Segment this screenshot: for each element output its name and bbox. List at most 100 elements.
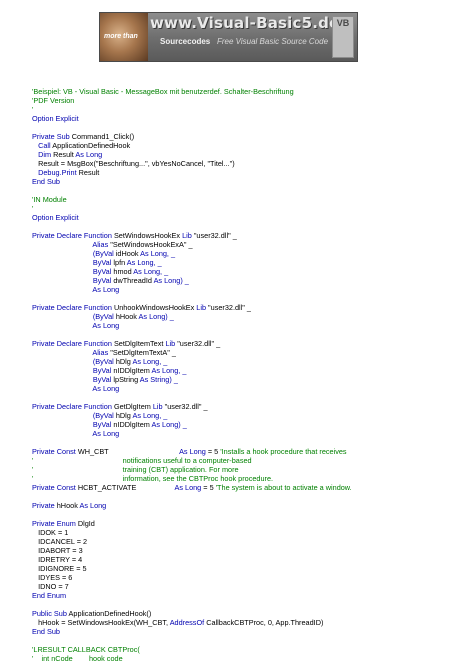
code-keyword: As Long: [92, 429, 120, 438]
code-keyword: (ByVal: [92, 249, 116, 258]
code-line: Option Explicit: [32, 213, 79, 223]
code-keyword: AddressOf: [169, 618, 207, 627]
code-line: ' int nCode hook code: [32, 654, 123, 664]
code-line: 'IN Module: [32, 195, 67, 205]
code-text: "user32.dll" _: [208, 303, 251, 312]
code-text: idHook: [115, 249, 141, 258]
code-text: "user32.dll" _: [164, 402, 208, 411]
code-comment: 'PDF Version: [32, 96, 75, 105]
code-line: As Long: [32, 384, 119, 394]
code-keyword: As Long, _: [132, 357, 168, 366]
code-comment: 'LRESULT CALLBACK CBTProc(: [32, 645, 140, 654]
code-line: End Sub: [32, 177, 60, 187]
code-comment: ' information, see the CBTProc hook proc…: [32, 474, 274, 483]
code-comment: ': [32, 204, 34, 213]
code-text: IDIGNORE = 5: [32, 564, 87, 573]
code-text: Result: [53, 150, 76, 159]
code-text: IDYES = 6: [32, 573, 73, 582]
code-text: "user32.dll" _: [177, 339, 221, 348]
code-text: Result: [78, 168, 100, 177]
banner-sourcecodes: Sourcecodes: [160, 37, 211, 46]
code-keyword: Alias: [92, 348, 111, 357]
code-keyword: Public Sub: [32, 609, 69, 618]
code-keyword: Private: [32, 501, 57, 510]
code-text: lpfn: [113, 258, 127, 267]
code-comment: 'Beispiel: VB - Visual Basic - MessageBo…: [32, 87, 294, 96]
code-line: 'PDF Version: [32, 96, 74, 106]
code-keyword: As Long: [75, 150, 103, 159]
code-keyword: Private Declare Function: [32, 402, 114, 411]
code-keyword: Call: [38, 141, 53, 150]
code-text: ApplicationDefinedHook: [52, 141, 131, 150]
code-keyword: As Long: [79, 501, 107, 510]
banner-site-name: www.Visual-Basic5.de: [150, 14, 340, 32]
code-keyword: Lib: [182, 231, 194, 240]
code-line: Option Explicit: [32, 114, 79, 124]
code-keyword: As Long: [92, 285, 120, 294]
code-keyword: As Long) _: [138, 312, 174, 321]
code-keyword: Lib: [165, 339, 178, 348]
code-line: As Long: [32, 429, 119, 439]
code-comment: 'IN Module: [32, 195, 67, 204]
code-keyword: Private Const: [32, 483, 78, 492]
code-comment: 'The system is about to activate a windo…: [215, 483, 352, 492]
code-keyword: Private Enum: [32, 519, 78, 528]
code-keyword: ByVal: [92, 375, 114, 384]
code-text: hmod: [113, 267, 134, 276]
code-comment: ' training (CBT) application. For more: [32, 465, 239, 474]
code-keyword: Private Sub: [32, 132, 72, 141]
code-text: hHook: [56, 501, 80, 510]
code-comment: 'Installs a hook procedure that receives: [220, 447, 347, 456]
code-keyword: Private Declare Function: [32, 231, 114, 240]
code-keyword: As Long, _: [151, 366, 187, 375]
code-keyword: Option Explicit: [32, 114, 79, 123]
code-line: End Sub: [32, 627, 60, 637]
site-banner: more than www.Visual-Basic5.de Sourcecod…: [99, 12, 358, 62]
code-text: HCBT_ACTIVATE: [77, 483, 175, 492]
code-text: hHook: [115, 312, 139, 321]
code-keyword: End Enum: [32, 591, 67, 600]
code-text: nIDDlgItem: [113, 366, 152, 375]
code-text: IDOK = 1: [32, 528, 69, 537]
code-text: lpString: [113, 375, 140, 384]
code-line: As Long: [32, 285, 119, 295]
code-text: UnhookWindowsHookEx: [113, 303, 197, 312]
code-keyword: Private Declare Function: [32, 339, 114, 348]
code-comment: ' notifications useful to a computer-bas…: [32, 456, 252, 465]
code-keyword: Lib: [152, 402, 165, 411]
banner-vb-badge: VB: [332, 16, 354, 58]
code-keyword: As Long, _: [140, 249, 176, 258]
code-keyword: Debug.Print: [38, 168, 79, 177]
code-text: hDlg: [115, 411, 133, 420]
code-keyword: As Long: [92, 321, 120, 330]
code-keyword: ByVal: [92, 420, 114, 429]
code-text: IDRETRY = 4: [32, 555, 83, 564]
code-keyword: (ByVal: [92, 312, 116, 321]
code-keyword: As Long) _: [151, 420, 187, 429]
code-text: dwThreadId: [113, 276, 154, 285]
code-line: hHook = SetWindowsHookEx(WH_CBT, Address…: [32, 618, 323, 628]
code-text: SetDlgItemText: [113, 339, 166, 348]
code-keyword: End Sub: [32, 177, 60, 186]
code-comment: ' int nCode hook code: [32, 654, 123, 663]
code-keyword: Private Const: [32, 447, 78, 456]
code-keyword: (ByVal: [92, 357, 116, 366]
code-text: nIDDlgItem: [113, 420, 152, 429]
code-keyword: As Long: [174, 483, 204, 492]
code-text: DlgId: [77, 519, 95, 528]
code-keyword: Option Explicit: [32, 213, 79, 222]
code-keyword: Alias: [92, 240, 111, 249]
code-text: = 5: [207, 447, 221, 456]
code-text: "SetWindowsHookExA" _: [110, 240, 193, 249]
banner-more-than: more than: [104, 33, 138, 40]
